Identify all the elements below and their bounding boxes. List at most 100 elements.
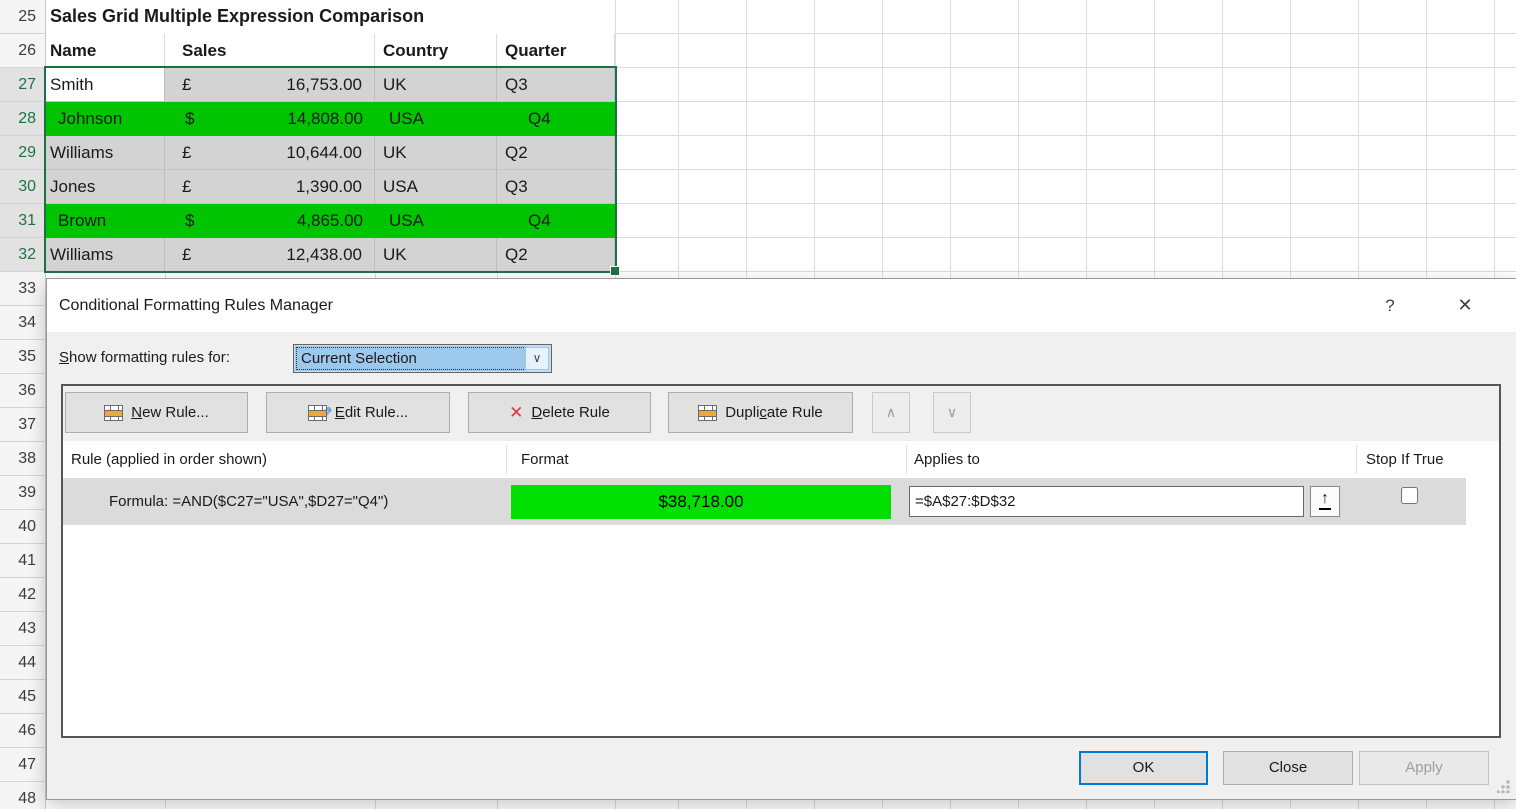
delete-x-icon: ✕ bbox=[509, 403, 523, 423]
dropdown-selected-value: Current Selection bbox=[295, 346, 527, 371]
cell-name-31[interactable]: Brown bbox=[46, 204, 165, 238]
cell-name-30[interactable]: Jones bbox=[46, 170, 165, 204]
edit-rule-grid-icon: ✎ bbox=[308, 405, 327, 421]
list-header-stop: Stop If True bbox=[1366, 443, 1444, 476]
show-rules-label: Show formatting rules for: bbox=[59, 343, 230, 373]
cell-sales-32[interactable]: £12,438.00 bbox=[165, 238, 375, 272]
cell-sales-31[interactable]: $4,865.00 bbox=[165, 204, 375, 238]
row-header-28[interactable]: 28 bbox=[0, 102, 45, 136]
edit-rule-button[interactable]: ✎ Edit Rule... bbox=[266, 392, 450, 433]
cell-sales-29[interactable]: £10,644.00 bbox=[165, 136, 375, 170]
rules-group: New Rule... ✎ Edit Rule... ✕ Delete Rule… bbox=[61, 384, 1501, 738]
label-post: how formatting rules for: bbox=[69, 349, 230, 366]
table-header-row: Name Sales Country Quarter bbox=[46, 34, 615, 68]
cell-quarter-30[interactable]: Q3 bbox=[497, 170, 615, 204]
resize-grip[interactable] bbox=[1497, 779, 1511, 793]
duplicate-rule-grid-icon bbox=[698, 405, 717, 421]
table-row-28: Johnson$14,808.00USAQ4 bbox=[46, 102, 615, 136]
row-header-48[interactable]: 48 bbox=[0, 782, 45, 809]
sheet-title-cell[interactable]: Sales Grid Multiple Expression Compariso… bbox=[46, 0, 615, 34]
col-header-sales[interactable]: Sales bbox=[165, 34, 375, 68]
cell-quarter-27[interactable]: Q3 bbox=[497, 68, 615, 102]
duplicate-rule-button[interactable]: Duplicate Rule bbox=[668, 392, 853, 433]
row-header-40[interactable]: 40 bbox=[0, 510, 45, 544]
cell-quarter-31[interactable]: Q4 bbox=[497, 204, 615, 238]
duplicate-rule-label: Duplicate Rule bbox=[725, 404, 823, 421]
help-icon[interactable]: ? bbox=[1370, 279, 1410, 332]
cell-country-32[interactable]: UK bbox=[375, 238, 497, 272]
stop-if-true-checkbox[interactable] bbox=[1401, 487, 1418, 504]
table-row-29: Williams£10,644.00UKQ2 bbox=[46, 136, 615, 170]
col-header-name[interactable]: Name bbox=[46, 34, 165, 68]
cell-sales-27[interactable]: £16,753.00 bbox=[165, 68, 375, 102]
row-header-26[interactable]: 26 bbox=[0, 34, 45, 68]
cell-country-29[interactable]: UK bbox=[375, 136, 497, 170]
new-rule-button[interactable]: New Rule... bbox=[65, 392, 248, 433]
cell-country-27[interactable]: UK bbox=[375, 68, 497, 102]
col-header-country[interactable]: Country bbox=[375, 34, 497, 68]
cell-sales-30[interactable]: £1,390.00 bbox=[165, 170, 375, 204]
cell-name-32[interactable]: Williams bbox=[46, 238, 165, 272]
row-header-33[interactable]: 33 bbox=[0, 272, 45, 306]
dialog-title: Conditional Formatting Rules Manager bbox=[59, 279, 333, 332]
applies-to-input[interactable] bbox=[909, 486, 1304, 517]
row-header-44[interactable]: 44 bbox=[0, 646, 45, 680]
move-rule-down-button[interactable]: ∨ bbox=[933, 392, 971, 433]
currency-symbol: £ bbox=[182, 136, 191, 169]
row-header-39[interactable]: 39 bbox=[0, 476, 45, 510]
currency-symbol: $ bbox=[185, 102, 194, 135]
cell-country-30[interactable]: USA bbox=[375, 170, 497, 204]
fill-handle[interactable] bbox=[610, 266, 620, 276]
row-header-25[interactable]: 25 bbox=[0, 0, 45, 34]
sales-amount: 12,438.00 bbox=[286, 238, 362, 271]
show-rules-dropdown[interactable]: Current Selection ∨ bbox=[293, 344, 552, 373]
close-button[interactable]: Close bbox=[1223, 751, 1353, 785]
currency-symbol: £ bbox=[182, 170, 191, 203]
chevron-up-icon: ∧ bbox=[886, 404, 896, 421]
cell-quarter-29[interactable]: Q2 bbox=[497, 136, 615, 170]
close-icon[interactable]: ✕ bbox=[1445, 279, 1485, 332]
currency-symbol: £ bbox=[182, 68, 191, 101]
row-header-34[interactable]: 34 bbox=[0, 306, 45, 340]
new-rule-label: New Rule... bbox=[131, 404, 209, 421]
cell-quarter-28[interactable]: Q4 bbox=[497, 102, 615, 136]
collapse-dialog-button[interactable]: ↑ bbox=[1310, 486, 1340, 517]
cell-quarter-32[interactable]: Q2 bbox=[497, 238, 615, 272]
apply-button[interactable]: Apply bbox=[1359, 751, 1489, 785]
cell-name-28[interactable]: Johnson bbox=[46, 102, 165, 136]
cell-name-29[interactable]: Williams bbox=[46, 136, 165, 170]
delete-rule-button[interactable]: ✕ Delete Rule bbox=[468, 392, 651, 433]
sales-amount: 14,808.00 bbox=[287, 102, 363, 135]
currency-symbol: £ bbox=[182, 238, 191, 271]
delete-rule-label: Delete Rule bbox=[531, 404, 609, 421]
chevron-down-icon: ∨ bbox=[947, 404, 957, 421]
row-header-36[interactable]: 36 bbox=[0, 374, 45, 408]
rule-row[interactable]: Formula: =AND($C27="USA",$D27="Q4") $38,… bbox=[63, 478, 1466, 525]
table-row-32: Williams£12,438.00UKQ2 bbox=[46, 238, 615, 272]
col-header-quarter[interactable]: Quarter bbox=[497, 34, 615, 68]
row-header-27[interactable]: 27 bbox=[0, 68, 45, 102]
move-rule-up-button[interactable]: ∧ bbox=[872, 392, 910, 433]
ok-button[interactable]: OK bbox=[1079, 751, 1208, 785]
row-header-41[interactable]: 41 bbox=[0, 544, 45, 578]
row-header-29[interactable]: 29 bbox=[0, 136, 45, 170]
row-header-42[interactable]: 42 bbox=[0, 578, 45, 612]
row-header-37[interactable]: 37 bbox=[0, 408, 45, 442]
row-header-43[interactable]: 43 bbox=[0, 612, 45, 646]
pencil-icon: ✎ bbox=[320, 404, 333, 422]
dialog-titlebar[interactable]: Conditional Formatting Rules Manager ? ✕ bbox=[47, 279, 1516, 333]
header-separator bbox=[506, 445, 507, 474]
row-header-30[interactable]: 30 bbox=[0, 170, 45, 204]
chevron-down-icon[interactable]: ∨ bbox=[525, 347, 549, 370]
cell-name-27[interactable]: Smith bbox=[46, 68, 165, 102]
row-header-45[interactable]: 45 bbox=[0, 680, 45, 714]
cell-country-31[interactable]: USA bbox=[375, 204, 497, 238]
row-header-46[interactable]: 46 bbox=[0, 714, 45, 748]
cell-sales-28[interactable]: $14,808.00 bbox=[165, 102, 375, 136]
row-header-38[interactable]: 38 bbox=[0, 442, 45, 476]
row-header-35[interactable]: 35 bbox=[0, 340, 45, 374]
cell-country-28[interactable]: USA bbox=[375, 102, 497, 136]
row-header-47[interactable]: 47 bbox=[0, 748, 45, 782]
row-header-32[interactable]: 32 bbox=[0, 238, 45, 272]
row-header-31[interactable]: 31 bbox=[0, 204, 45, 238]
